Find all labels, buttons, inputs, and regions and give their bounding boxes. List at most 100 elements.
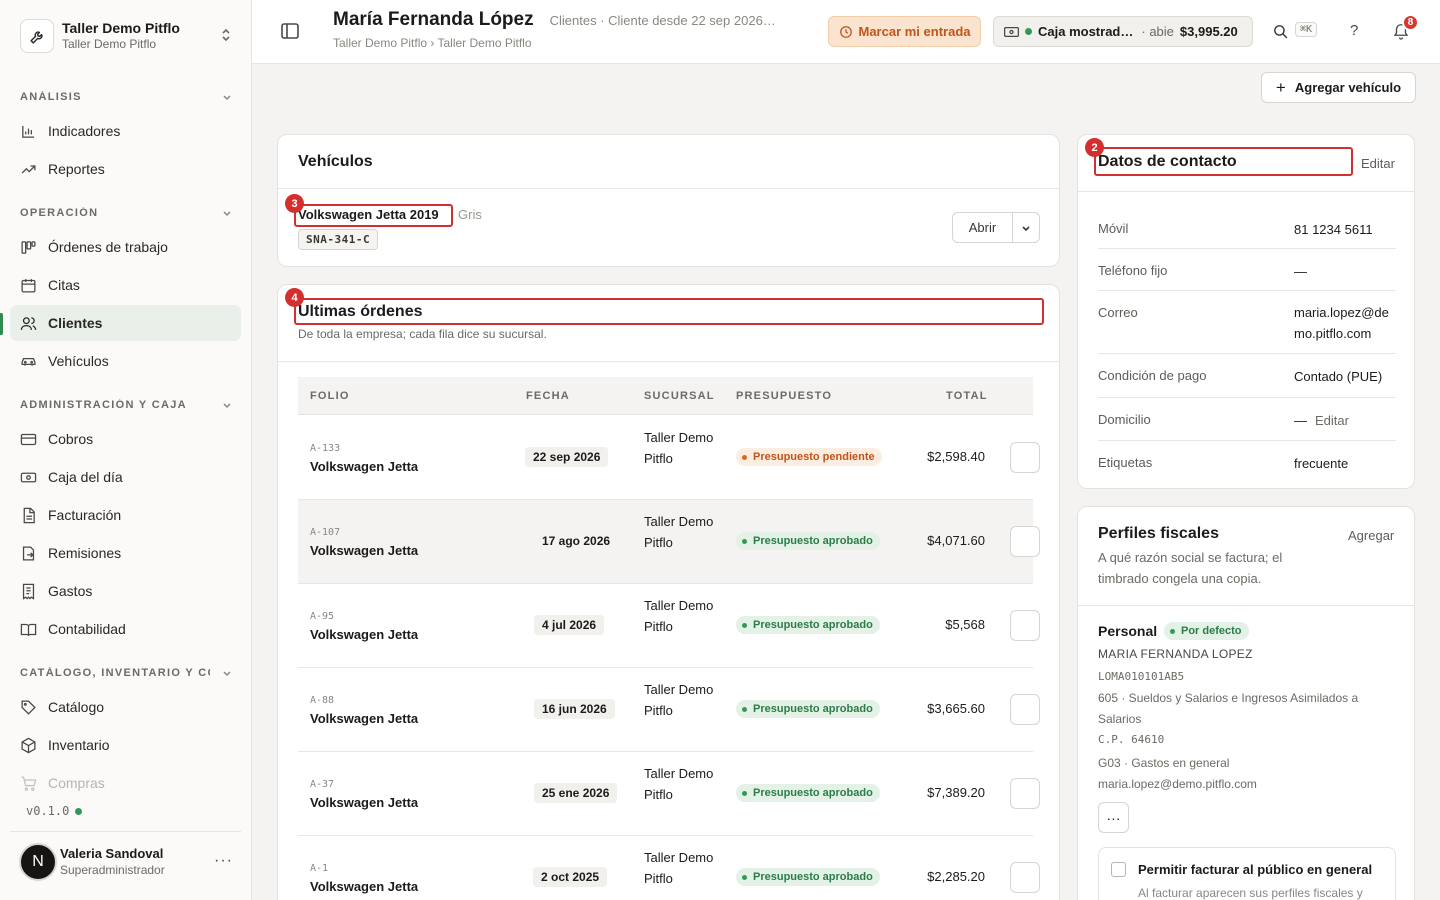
contact-row-address: Domicilio — Editar (1098, 398, 1396, 441)
card-icon (20, 433, 37, 445)
fiscal-title: Perfiles fiscales (1098, 525, 1219, 542)
edit-address-link[interactable]: Editar (1315, 413, 1349, 428)
table-row[interactable]: A-133 Volkswagen Jetta 22 sep 2026 Taller D… (298, 416, 1040, 500)
order-total: $4,071.60 (927, 533, 985, 548)
workspace-switcher[interactable]: Taller Demo Pitflo Taller Demo Pitflo (20, 18, 238, 54)
table-row[interactable]: A-1 Volkswagen Jetta 2 oct 2025 Taller Demo… (298, 836, 1040, 900)
more-actions-button[interactable]: ··· (1098, 802, 1129, 833)
divider (1078, 605, 1414, 606)
open-vehicle-button[interactable]: Abrir (953, 213, 1013, 242)
sidebar: Taller Demo Pitflo Taller Demo Pitflo AN… (0, 0, 252, 900)
sidebar-item-inventario[interactable]: Inventario (10, 727, 241, 763)
workspace-sub: Taller Demo Pitflo (62, 37, 157, 52)
row-action-button[interactable] (1010, 862, 1040, 893)
orders-table-header: FOLIO FECHA SUCURSAL PRESUPUESTO TOTAL (298, 377, 1033, 415)
sidebar-item-indicadores[interactable]: Indicadores (10, 113, 241, 149)
calendar-icon (21, 278, 36, 293)
chevron-down-icon (223, 211, 231, 217)
col-total[interactable]: TOTAL (946, 390, 988, 402)
table-row[interactable]: A-107 Volkswagen Jetta 17 ago 2026 Taller D… (298, 500, 1040, 584)
row-action-button[interactable] (1010, 610, 1040, 641)
sidebar-item-catalogo[interactable]: Catálogo (10, 689, 241, 725)
row-action-button[interactable] (1010, 526, 1040, 557)
help-icon[interactable]: ? (1350, 22, 1358, 39)
sidebar-item-gastos[interactable]: Gastos (10, 573, 241, 609)
divider (10, 831, 241, 832)
page-meta: Clientes · Cliente desde 22 sep 2026… (549, 13, 776, 28)
status-dot (742, 454, 747, 460)
orders-subtitle: De toda la empresa; cada fila dice su su… (298, 327, 547, 341)
user-name: Valeria Sandoval (60, 846, 164, 862)
receipt-icon (22, 583, 35, 600)
add-fiscal-profile-link[interactable]: Agregar (1348, 528, 1394, 543)
book-icon (20, 623, 37, 636)
bar-chart-icon (22, 125, 35, 138)
highlight-box (294, 204, 453, 227)
vehicle-color: Gris (458, 207, 482, 222)
sidebar-item-compras[interactable]: Compras (10, 765, 241, 801)
sidebar-item-citas[interactable]: Citas (10, 267, 241, 303)
sidebar-item-cobros[interactable]: Cobros (10, 421, 241, 457)
sidebar-item-reportes[interactable]: Reportes (10, 151, 241, 187)
search-shortcut: ⌘K (1295, 22, 1318, 37)
col-folio[interactable]: FOLIO (310, 390, 350, 402)
sidebar-item-facturacion[interactable]: Facturación (10, 497, 241, 533)
users-icon (20, 316, 37, 330)
section-analisis[interactable]: ANÁLISIS (20, 91, 232, 103)
clock-in-button[interactable]: Marcar mi entrada (828, 16, 981, 47)
order-vehicle: Volkswagen Jetta (310, 627, 419, 642)
cash-register-selector[interactable]: Caja mostrad… · abie $3,995.20 (993, 16, 1253, 47)
open-status-dot (1025, 28, 1032, 35)
sidebar-item-contabilidad[interactable]: Contabilidad (10, 611, 241, 647)
public-invoice-label: Permitir facturar al público en general (1138, 862, 1373, 877)
page-title: María Fernanda López (333, 9, 534, 30)
public-invoice-checkbox[interactable] (1111, 862, 1126, 877)
order-total: $7,389.20 (927, 785, 985, 800)
order-total: $2,285.20 (927, 869, 985, 884)
row-action-button[interactable] (1010, 442, 1040, 473)
table-row[interactable]: A-37 Volkswagen Jetta 25 ene 2026 Taller De… (298, 752, 1040, 836)
order-date: 2 oct 2025 (533, 867, 608, 887)
chevron-down-icon (223, 671, 231, 677)
status-dot (1170, 628, 1175, 634)
contact-row-payment: Condición de pago Contado (PUE) (1098, 354, 1396, 398)
row-action-button[interactable] (1010, 778, 1040, 809)
edit-contact-link[interactable]: Editar (1361, 156, 1395, 171)
section-catalogo[interactable]: CATÁLOGO, INVENTARIO Y CO… (20, 667, 232, 679)
col-fecha[interactable]: FECHA (526, 390, 570, 402)
row-action-button[interactable] (1010, 694, 1040, 725)
add-vehicle-button[interactable]: + Agregar vehículo (1261, 72, 1416, 103)
highlight-box (1094, 147, 1353, 176)
col-presupuesto[interactable]: PRESUPUESTO (736, 390, 832, 402)
chevron-down-icon[interactable] (1013, 213, 1039, 242)
order-date: 4 jul 2026 (534, 615, 605, 635)
active-indicator (0, 313, 3, 335)
budget-status-badge: Presupuesto aprobado (736, 532, 880, 550)
order-folio: A-107 (310, 527, 341, 538)
sidebar-item-remisiones[interactable]: Remisiones (10, 535, 241, 571)
section-operacion[interactable]: OPERACIÓN (20, 207, 232, 219)
breadcrumb[interactable]: Taller Demo Pitflo › Taller Demo Pitflo (333, 36, 532, 50)
status-dot (742, 874, 747, 880)
table-row[interactable]: A-95 Volkswagen Jetta 4 jul 2026 Taller Dem… (298, 584, 1040, 668)
sidebar-item-vehiculos[interactable]: Vehículos (10, 343, 241, 379)
app-version: v0.1.0 (26, 804, 83, 818)
order-branch: Taller Demo Pitflo (644, 850, 714, 886)
sidebar-toggle-icon[interactable] (280, 22, 300, 40)
search-icon[interactable] (1272, 23, 1289, 40)
col-sucursal[interactable]: SUCURSAL (644, 390, 715, 402)
table-row[interactable]: A-88 Volkswagen Jetta 16 jun 2026 Taller De… (298, 668, 1040, 752)
clock-icon (839, 25, 852, 38)
order-vehicle: Volkswagen Jetta (310, 795, 419, 810)
sidebar-item-clientes[interactable]: Clientes (10, 305, 241, 341)
cash-icon (20, 472, 37, 482)
user-menu[interactable]: N Valeria Sandoval Superadministrador ··… (19, 842, 239, 882)
box-icon (21, 737, 36, 753)
fiscal-profiles-card: Perfiles fiscales Agregar A qué razón so… (1077, 506, 1415, 900)
chevron-down-icon (223, 95, 231, 101)
annotation-marker: 2 (1085, 138, 1104, 157)
more-icon[interactable]: ··· (214, 852, 233, 870)
sidebar-item-ordenes[interactable]: Órdenes de trabajo (10, 229, 241, 265)
sidebar-item-caja[interactable]: Caja del día (10, 459, 241, 495)
section-administracion[interactable]: ADMINISTRACIÓN Y CAJA (20, 399, 232, 411)
